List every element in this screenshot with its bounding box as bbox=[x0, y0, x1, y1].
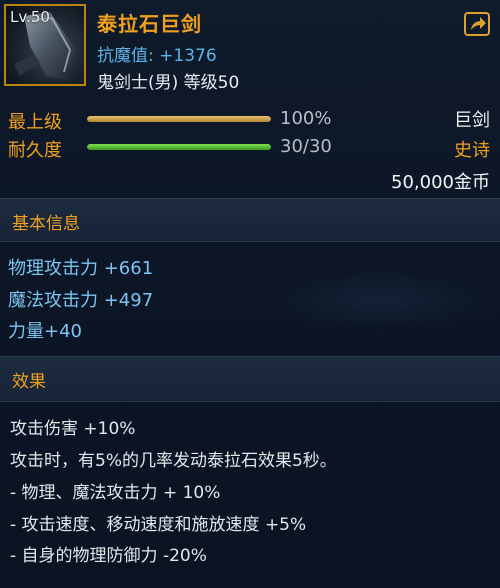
share-arrow-icon bbox=[471, 17, 486, 30]
effect-line: - 攻击速度、移动速度和施放速度 +5% bbox=[10, 515, 307, 535]
durability-bar bbox=[87, 144, 271, 150]
stat-strength: 力量+40 bbox=[8, 321, 82, 342]
item-tooltip: Lv.50 泰拉石巨剑 抗魔值: +1376 鬼剑士(男) 等级50 最上级 1… bbox=[0, 0, 500, 588]
durability-value: 30/30 bbox=[280, 136, 332, 157]
item-icon: Lv.50 bbox=[4, 4, 86, 86]
stat-magic-attack: 魔法攻击力 +497 bbox=[8, 290, 154, 311]
item-name: 泰拉石巨剑 bbox=[97, 12, 202, 36]
stat-physical-attack: 物理攻击力 +661 bbox=[8, 258, 154, 279]
background-decoration bbox=[270, 270, 490, 330]
basic-info-header: 基本信息 bbox=[0, 198, 500, 242]
effect-line: 攻击时，有5%的几率发动泰拉石效果5秒。 bbox=[10, 451, 337, 471]
basic-info-title: 基本信息 bbox=[12, 214, 80, 234]
item-level-label: Lv.50 bbox=[10, 8, 50, 26]
grade-bar-fill bbox=[87, 116, 271, 122]
effect-line: - 物理、魔法攻击力 + 10% bbox=[10, 483, 221, 503]
effect-line: - 自身的物理防御力 -20% bbox=[10, 546, 207, 566]
durability-bar-fill bbox=[87, 144, 271, 150]
item-type: 巨剑 bbox=[454, 110, 490, 131]
resistance-stat: 抗魔值: +1376 bbox=[97, 46, 217, 66]
class-requirement: 鬼剑士(男) 等级50 bbox=[97, 73, 240, 93]
grade-bar bbox=[87, 116, 271, 122]
effect-line: 攻击伤害 +10% bbox=[10, 419, 136, 439]
grade-label: 最上级 bbox=[8, 112, 62, 133]
effect-title: 效果 bbox=[12, 372, 46, 392]
durability-label: 耐久度 bbox=[8, 140, 62, 161]
effect-header: 效果 bbox=[0, 356, 500, 402]
grade-value: 100% bbox=[280, 108, 332, 129]
rarity-tag: 史诗 bbox=[454, 140, 490, 161]
share-button[interactable] bbox=[464, 12, 490, 36]
price: 50,000金币 bbox=[391, 172, 490, 193]
